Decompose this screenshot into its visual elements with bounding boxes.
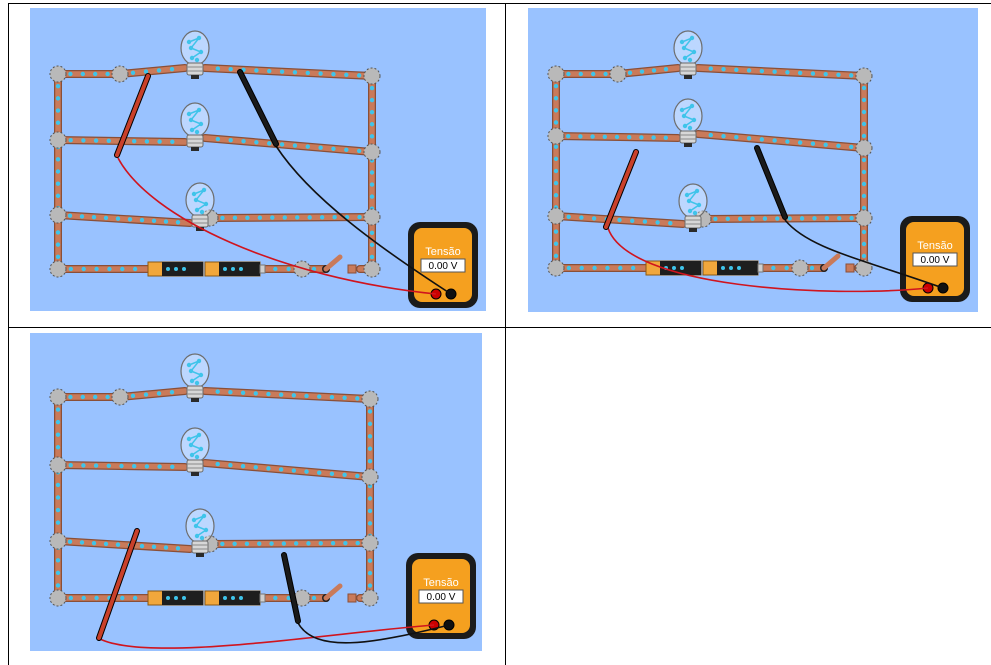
wire [366, 395, 374, 602]
switch-icon [322, 583, 357, 603]
wire [552, 264, 650, 272]
table-border-left [8, 3, 9, 665]
wire [201, 459, 374, 481]
circuit-panel-1: Tensão 0.00 V [30, 8, 486, 311]
red-lead [607, 227, 929, 293]
junction [609, 65, 627, 83]
wire [54, 461, 189, 471]
wire [552, 132, 682, 142]
circuit-canvas: Tensão 0.00 V [547, 30, 970, 302]
battery-icon [147, 590, 266, 606]
junction [49, 131, 67, 149]
junction [49, 206, 67, 224]
junction [855, 259, 873, 277]
wire [54, 393, 62, 602]
wire [206, 213, 376, 222]
junction [49, 589, 67, 607]
junction [49, 388, 67, 406]
wire [614, 64, 682, 78]
junction [855, 209, 873, 227]
wire [552, 212, 687, 228]
wire [201, 387, 374, 403]
wire [54, 70, 124, 78]
wire [116, 64, 189, 78]
circuit-canvas: Tensão 0.00 V [49, 30, 478, 308]
wire [201, 134, 376, 156]
table-divider-horizontal [8, 327, 991, 328]
meter-title-label: Tensão [917, 240, 952, 252]
junction [361, 534, 379, 552]
junction [49, 260, 67, 278]
junction [49, 65, 67, 83]
junction [363, 143, 381, 161]
wire [552, 70, 560, 272]
circuit: Tensão 0.00 V [547, 30, 970, 302]
meter-title-label: Tensão [423, 577, 458, 589]
junction [363, 208, 381, 226]
wire [54, 393, 124, 401]
switch-icon [322, 254, 357, 274]
wire [54, 265, 152, 273]
junction [111, 65, 129, 83]
wire [694, 64, 868, 80]
wire [54, 537, 194, 553]
junction [547, 65, 565, 83]
wire [201, 64, 376, 80]
wire [694, 130, 868, 152]
circuit-panel-3: Tensão 0.00 V [30, 333, 482, 651]
wire [54, 70, 62, 273]
circuit-panel-2: Tensão 0.00 V [528, 8, 978, 312]
wire [116, 387, 189, 401]
junction [855, 139, 873, 157]
wire [860, 72, 868, 272]
red-lead [99, 624, 435, 649]
junction [361, 589, 379, 607]
wire [552, 70, 622, 78]
junction [363, 260, 381, 278]
junction [363, 67, 381, 85]
junction [361, 468, 379, 486]
circuit: Tensão 0.00 V [49, 353, 476, 649]
table-border-top [8, 3, 991, 4]
table-divider-vertical [505, 3, 506, 665]
meter-reading-label: 0.00 V [921, 255, 950, 266]
switch-icon [820, 253, 855, 273]
circuit: Tensão 0.00 V [49, 30, 478, 308]
meter-reading-label: 0.00 V [427, 592, 456, 603]
meter-title-label: Tensão [425, 246, 460, 258]
meter-reading-label: 0.00 V [429, 261, 458, 272]
circuit-canvas: Tensão 0.00 V [49, 353, 476, 649]
junction [111, 388, 129, 406]
junction [547, 207, 565, 225]
battery-icon [147, 261, 266, 277]
junction [361, 390, 379, 408]
junction [49, 532, 67, 550]
wire [206, 539, 374, 548]
junction [791, 259, 809, 277]
junction [547, 127, 565, 145]
junction [49, 456, 67, 474]
junction [547, 259, 565, 277]
wire [54, 594, 152, 602]
junction [855, 67, 873, 85]
voltmeter-icon: Tensão 0.00 V [408, 222, 478, 308]
wire [54, 211, 194, 227]
